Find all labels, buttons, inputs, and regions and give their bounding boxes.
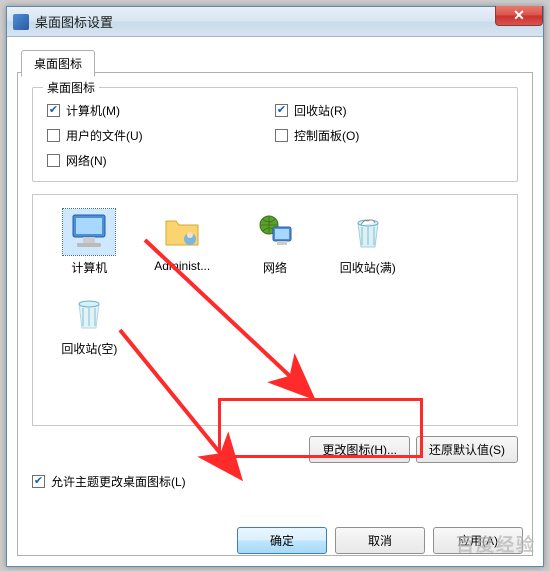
- tab-panel: 桌面图标 ✔ 计算机(M) ✔ 回收站(R) 用户的文件(U): [17, 72, 533, 556]
- icon-grid: 计算机 Administ...: [43, 209, 507, 357]
- icon-item-network[interactable]: 网络: [229, 209, 322, 276]
- check-recycle[interactable]: ✔ 回收站(R): [275, 102, 503, 119]
- tab-label: 桌面图标: [34, 57, 82, 71]
- check-label: 控制面板(O): [294, 127, 359, 144]
- checkbox-icon: ✔: [47, 104, 60, 117]
- recycle-empty-icon: [63, 290, 115, 336]
- check-label: 回收站(R): [294, 102, 347, 119]
- checkbox-icon: [47, 154, 60, 167]
- icon-label: 回收站(满): [340, 259, 396, 276]
- restore-default-button[interactable]: 还原默认值(S): [416, 436, 518, 463]
- change-icon-button[interactable]: 更改图标(H)...: [309, 436, 410, 463]
- checkbox-icon: [47, 129, 60, 142]
- icon-label: Administ...: [154, 259, 210, 273]
- apply-button[interactable]: 应用(A): [433, 527, 523, 554]
- recycle-full-icon: [342, 209, 394, 255]
- close-icon: ✕: [513, 7, 525, 24]
- tab-desktop-icons[interactable]: 桌面图标: [21, 50, 95, 77]
- check-controlpanel[interactable]: 控制面板(O): [275, 127, 503, 144]
- icon-label: 网络: [263, 259, 287, 276]
- group-title: 桌面图标: [43, 79, 99, 96]
- dialog-buttons: 确定 取消 应用(A): [237, 527, 523, 554]
- check-computer[interactable]: ✔ 计算机(M): [47, 102, 275, 119]
- icon-label: 计算机: [71, 259, 107, 276]
- checkbox-icon: ✔: [32, 475, 45, 488]
- client-area: 桌面图标 桌面图标 ✔ 计算机(M) ✔ 回收站(R): [7, 37, 543, 566]
- checkbox-icon: ✔: [275, 104, 288, 117]
- check-label: 用户的文件(U): [66, 127, 143, 144]
- close-button[interactable]: ✕: [495, 6, 543, 26]
- icon-buttons-row: 更改图标(H)... 还原默认值(S): [32, 436, 518, 463]
- icon-preview-area: 计算机 Administ...: [32, 194, 518, 426]
- check-userfiles[interactable]: 用户的文件(U): [47, 127, 275, 144]
- checkbox-icon: [275, 129, 288, 142]
- check-network[interactable]: 网络(N): [47, 152, 275, 169]
- icon-item-computer[interactable]: 计算机: [43, 209, 136, 276]
- check-allow-theme[interactable]: ✔ 允许主题更改桌面图标(L): [32, 473, 518, 490]
- ok-button[interactable]: 确定: [237, 527, 327, 554]
- check-label: 计算机(M): [66, 102, 120, 119]
- icon-item-recycle-empty[interactable]: 回收站(空): [43, 290, 136, 357]
- dialog-window: 桌面图标设置 ✕ 桌面图标 桌面图标 ✔ 计算机(M) ✔: [6, 6, 544, 567]
- group-desktop-icons: 桌面图标 ✔ 计算机(M) ✔ 回收站(R) 用户的文件(U): [32, 87, 518, 182]
- app-icon: [13, 14, 29, 30]
- check-label: 允许主题更改桌面图标(L): [51, 473, 186, 490]
- icon-item-userfolder[interactable]: Administ...: [136, 209, 229, 276]
- computer-icon: [63, 209, 115, 255]
- check-label: 网络(N): [66, 152, 107, 169]
- titlebar[interactable]: 桌面图标设置 ✕: [7, 7, 543, 37]
- checkbox-grid: ✔ 计算机(M) ✔ 回收站(R) 用户的文件(U) 控制面板(O): [47, 102, 503, 169]
- folder-icon: [156, 209, 208, 255]
- window-title: 桌面图标设置: [35, 12, 537, 31]
- cancel-button[interactable]: 取消: [335, 527, 425, 554]
- network-icon: [249, 209, 301, 255]
- icon-item-recycle-full[interactable]: 回收站(满): [321, 209, 414, 276]
- tabs: 桌面图标: [17, 47, 533, 73]
- icon-label: 回收站(空): [61, 340, 117, 357]
